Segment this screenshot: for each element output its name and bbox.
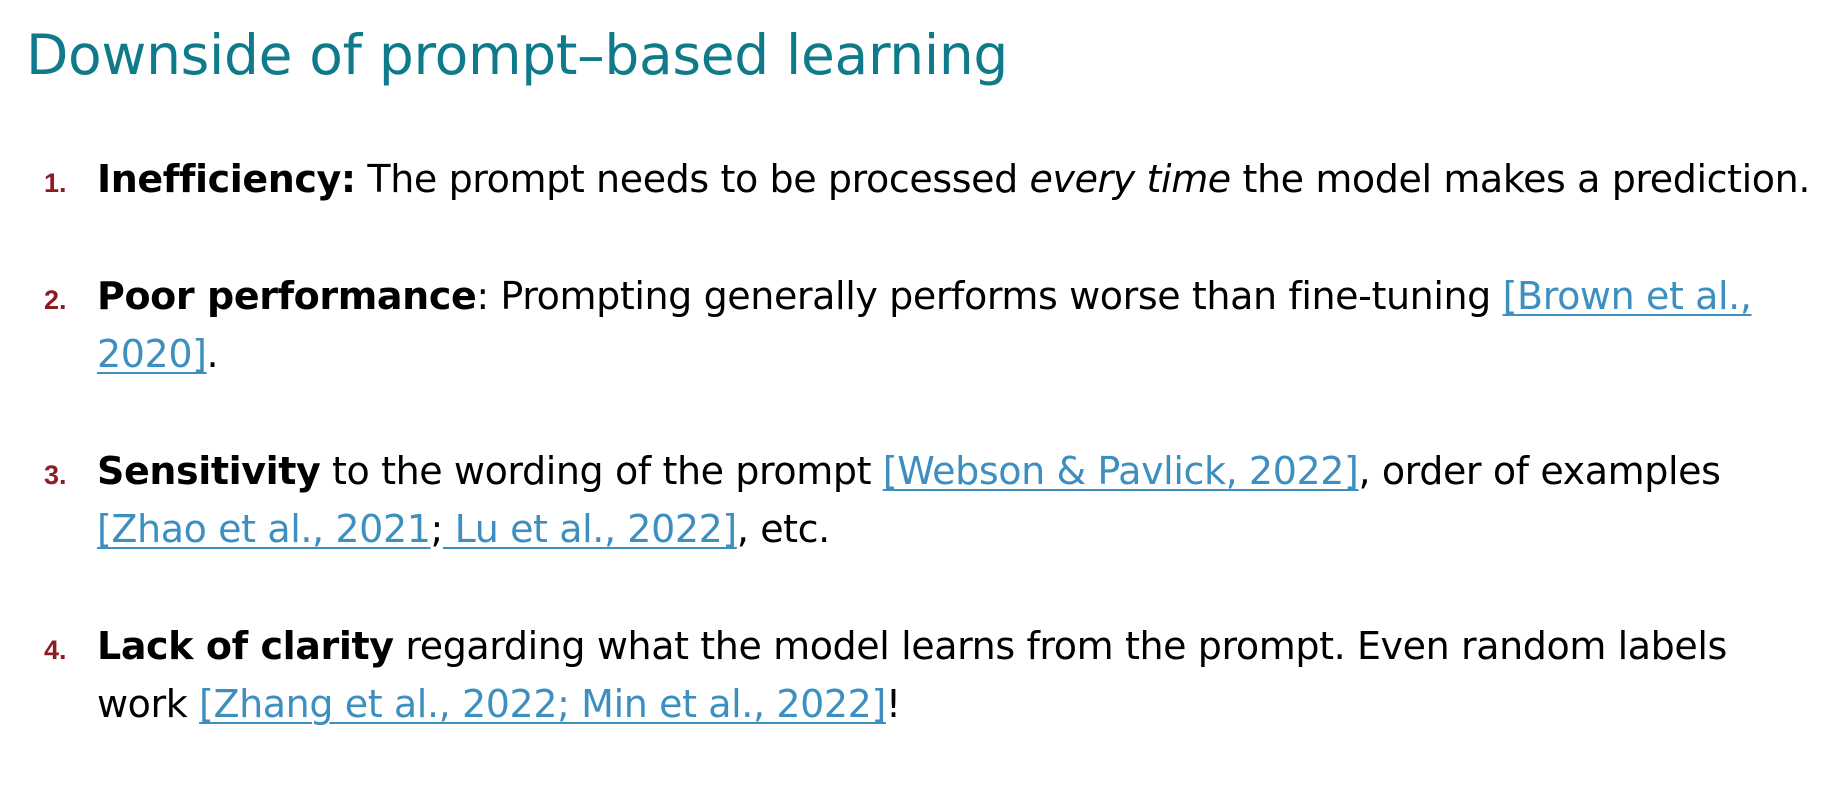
item-text: Lack of clarity regarding what the model… xyxy=(97,617,1817,733)
item-number: 1. xyxy=(44,168,67,198)
item-text-part: . xyxy=(206,332,219,376)
list-item-poor-performance: 2. Poor performance: Prompting generally… xyxy=(0,267,1817,383)
item-text-part: The prompt needs to be processed xyxy=(355,157,1030,201)
citation-link-lu-2022[interactable]: Lu et al., 2022] xyxy=(443,507,738,551)
item-number: 3. xyxy=(44,460,67,490)
item-text: Sensitivity to the wording of the prompt… xyxy=(97,442,1817,558)
item-number: 4. xyxy=(44,635,67,665)
item-text: Poor performance: Prompting generally pe… xyxy=(97,267,1817,383)
list-item-sensitivity: 3. Sensitivity to the wording of the pro… xyxy=(0,442,1817,558)
item-term: Lack of clarity xyxy=(97,624,394,668)
citation-link-zhang-min-2022[interactable]: [Zhang et al., 2022; Min et al., 2022] xyxy=(199,682,886,726)
item-term: Sensitivity xyxy=(97,449,321,493)
item-text-part: ! xyxy=(885,682,901,726)
slide-title: Downside of prompt–based learning xyxy=(26,23,1009,87)
item-text: Inefficiency: The prompt needs to be pro… xyxy=(97,150,1817,208)
item-text-part: to the wording of the prompt xyxy=(320,449,883,493)
citation-link-webson-pavlick-2022[interactable]: [Webson & Pavlick, 2022] xyxy=(883,449,1359,493)
item-text-part: : Prompting generally performs worse tha… xyxy=(476,274,1503,318)
item-emphasis: every time xyxy=(1029,157,1232,201)
item-number: 2. xyxy=(44,285,67,315)
downside-list: 1. Inefficiency: The prompt needs to be … xyxy=(0,150,1817,733)
item-text-part: , etc. xyxy=(736,507,830,551)
item-text-part: , order of examples xyxy=(1358,449,1721,493)
item-term: Inefficiency: xyxy=(97,157,356,201)
citation-link-zhao-2021[interactable]: [Zhao et al., 2021 xyxy=(97,507,431,551)
item-term: Poor performance xyxy=(97,274,477,318)
item-text-part: the model makes a prediction. xyxy=(1230,157,1811,201)
list-item-lack-of-clarity: 4. Lack of clarity regarding what the mo… xyxy=(0,617,1817,733)
list-item-inefficiency: 1. Inefficiency: The prompt needs to be … xyxy=(0,150,1817,208)
citation-separator: ; xyxy=(430,507,444,551)
